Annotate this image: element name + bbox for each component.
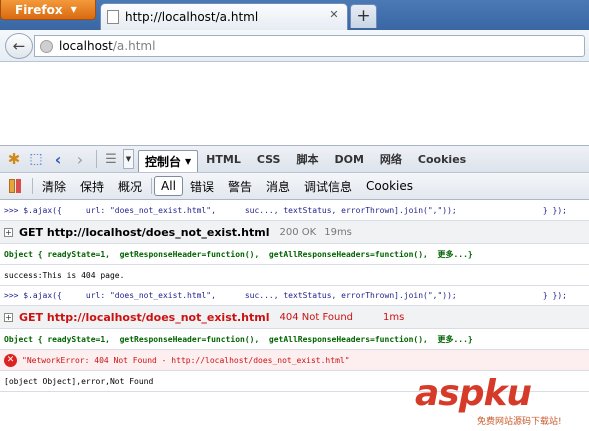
browser-tab[interactable]: http://localhost/a.html ✕ [100,3,348,30]
clear-button[interactable]: 清除 [35,176,73,196]
title-bar: Firefox ▼ http://localhost/a.html ✕ + [0,0,589,30]
console-filter-toolbar: 清除 保持 概况 All 错误 警告 消息 调试信息 Cookies [0,173,589,200]
navigation-bar: ← localhost/a.html [0,30,589,62]
globe-icon [40,39,53,53]
log-object-text: Object { readyState=1, getResponseHeader… [4,249,473,259]
watermark-brand: aspku [415,373,532,414]
inspect-icon[interactable]: ⬚ [26,149,46,169]
url-bar[interactable]: localhost/a.html [34,35,585,57]
tab-net[interactable]: 网络 [372,148,410,170]
log-output-row: success:This is 404 page. [0,265,589,286]
log-command-text: >>> $.ajax({ url: "does_not_exist.html",… [4,206,457,215]
back-button[interactable]: ← [5,33,33,59]
log-command-row[interactable]: >>> $.ajax({ url: "does_not_exist.html",… [0,201,589,221]
chevron-right-icon[interactable]: › [70,149,90,169]
request-time: 19ms [324,226,352,238]
log-object-row[interactable]: Object { readyState=1, getResponseHeader… [0,244,589,265]
log-output-text: success:This is 404 page. [4,270,125,280]
log-command-row[interactable]: >>> $.ajax({ url: "does_not_exist.html",… [0,286,589,306]
toolbar-divider [151,178,153,194]
log-command-end: } }); [542,206,567,215]
request-time: 1ms [383,311,405,323]
toolbar-divider [96,150,97,168]
filter-errors-button[interactable]: 错误 [183,176,221,196]
log-object-row[interactable]: Object { readyState=1, getResponseHeader… [0,329,589,350]
tab-script[interactable]: 脚本 [288,148,326,170]
firefox-menu-button[interactable]: Firefox ▼ [0,0,96,20]
url-text: localhost/a.html [59,39,155,53]
break-on-error-icon[interactable] [6,177,24,195]
request-status: 200 OK [279,226,317,238]
chevron-down-icon: ▼ [185,157,192,166]
log-error-text: "NetworkError: 404 Not Found - http://lo… [22,355,350,365]
error-icon: ✕ [4,353,17,367]
expand-icon[interactable]: + [4,312,13,322]
firebug-icon[interactable]: ✱ [4,149,24,169]
profile-button[interactable]: 概况 [111,176,149,196]
persist-button[interactable]: 保持 [73,176,111,196]
page-content [0,63,589,143]
request-url: GET http://localhost/does_not_exist.html [19,225,270,239]
tab-cookies[interactable]: Cookies [410,148,474,170]
new-tab-button[interactable]: + [350,4,377,28]
tab-html[interactable]: HTML [198,148,249,170]
request-status: 404 Not Found [279,311,354,323]
url-host: localhost [59,39,113,53]
menu-icon[interactable]: ☰ [101,149,121,169]
log-command-end: } }); [542,291,567,300]
tab-title: http://localhost/a.html [125,10,259,24]
log-request-row[interactable]: + GET http://localhost/does_not_exist.ht… [0,221,589,244]
log-command-text: >>> $.ajax({ url: "does_not_exist.html",… [4,291,457,300]
chevron-down-icon: ▼ [70,5,77,14]
tab-dom[interactable]: DOM [326,148,371,170]
filter-all-button[interactable]: All [154,176,183,196]
expand-icon[interactable]: + [4,227,13,237]
filter-cookies-button[interactable]: Cookies [359,176,420,196]
firebug-toolbar: ✱ ⬚ ‹ › ☰ ▼ 控制台 ▼ HTML CSS 脚本 DOM 网络 Coo… [0,145,589,173]
firefox-button-label: Firefox [15,2,63,17]
tab-css[interactable]: CSS [249,148,289,170]
log-output-text: [object Object],error,Not Found [4,376,154,386]
watermark-logo: aspku 免费网站源码下载站! [415,374,587,429]
log-object-text: Object { readyState=1, getResponseHeader… [4,334,473,344]
filter-debug-button[interactable]: 调试信息 [297,176,359,196]
chevron-left-icon[interactable]: ‹ [48,149,68,169]
filter-info-button[interactable]: 消息 [259,176,297,196]
filter-warnings-button[interactable]: 警告 [221,176,259,196]
tab-console[interactable]: 控制台 ▼ [138,150,199,172]
page-icon [107,10,119,24]
log-request-row[interactable]: + GET http://localhost/does_not_exist.ht… [0,306,589,329]
watermark-subtitle: 免费网站源码下载站! [477,417,562,427]
dropdown-arrow-icon[interactable]: ▼ [123,149,134,169]
log-error-row[interactable]: ✕ "NetworkError: 404 Not Found - http://… [0,350,589,371]
request-url: GET http://localhost/does_not_exist.html [19,310,270,324]
url-path: /a.html [112,39,156,53]
close-icon[interactable]: ✕ [327,8,341,22]
toolbar-divider [32,178,33,194]
tab-console-label: 控制台 [145,155,182,169]
